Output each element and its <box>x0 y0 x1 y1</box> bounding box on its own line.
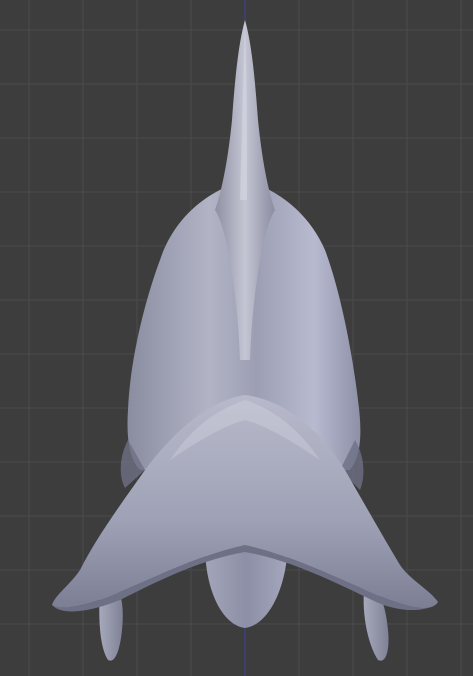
viewport-canvas[interactable] <box>0 0 473 676</box>
3d-viewport[interactable] <box>0 0 473 676</box>
sculpted-model[interactable] <box>52 20 438 661</box>
